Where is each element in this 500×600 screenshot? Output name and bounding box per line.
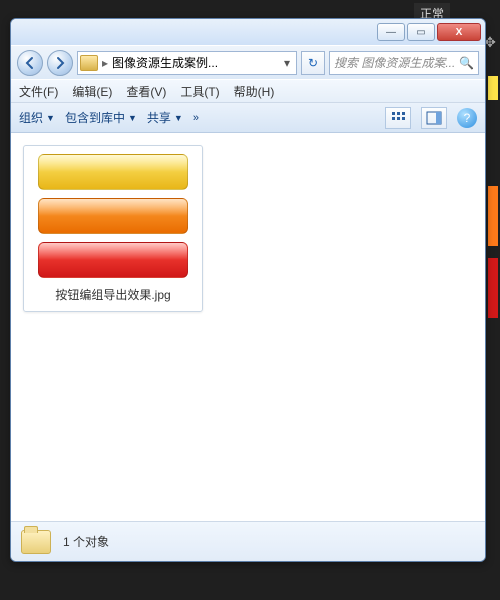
command-bar: 组织 ▼ 包含到库中 ▼ 共享 ▼ » ? [11, 103, 485, 133]
window-titlebar: — ▭ X [11, 19, 485, 45]
folder-icon [80, 55, 98, 71]
thumb-row-orange [38, 198, 188, 234]
refresh-icon: ↻ [308, 56, 318, 70]
chevron-down-icon: ▼ [128, 113, 137, 123]
maximize-button[interactable]: ▭ [407, 23, 435, 41]
help-button[interactable]: ? [457, 108, 477, 128]
explorer-window: — ▭ X ▸ 图像资源生成案例... ▾ ↻ 搜索 图像资源生成案... 🔍 … [10, 18, 486, 562]
minimize-button[interactable]: — [377, 23, 405, 41]
chevron-down-icon: ▼ [174, 113, 183, 123]
share-button[interactable]: 共享 ▼ [147, 109, 183, 126]
organize-button[interactable]: 组织 ▼ [19, 109, 55, 126]
organize-label: 组织 [19, 109, 43, 126]
backdrop-swatch-red [488, 258, 498, 318]
menu-view[interactable]: 查看(V) [126, 83, 166, 100]
overflow-button[interactable]: » [193, 112, 199, 124]
chevron-down-icon: ▼ [46, 113, 55, 123]
status-bar: 1 个对象 [11, 521, 485, 561]
share-label: 共享 [147, 109, 171, 126]
search-placeholder: 搜索 图像资源生成案... [334, 54, 455, 71]
backdrop-swatch-orange [488, 186, 498, 246]
help-icon: ? [464, 111, 471, 125]
search-icon: 🔍 [459, 56, 474, 70]
navigation-row: ▸ 图像资源生成案例... ▾ ↻ 搜索 图像资源生成案... 🔍 [11, 45, 485, 79]
menu-tools[interactable]: 工具(T) [180, 83, 219, 100]
breadcrumb-separator-icon: ▸ [102, 56, 108, 70]
include-button[interactable]: 包含到库中 ▼ [65, 109, 137, 126]
list-item[interactable]: 按钮编组导出效果.jpg [23, 145, 203, 312]
back-button[interactable] [17, 50, 43, 76]
minimize-icon: — [386, 27, 396, 38]
file-list[interactable]: 按钮编组导出效果.jpg [11, 133, 485, 521]
file-name: 按钮编组导出效果.jpg [55, 286, 170, 303]
arrow-right-icon [53, 56, 67, 70]
pane-icon [426, 111, 442, 125]
menu-file[interactable]: 文件(F) [19, 83, 58, 100]
preview-pane-button[interactable] [421, 107, 447, 129]
menu-help[interactable]: 帮助(H) [234, 83, 275, 100]
thumb-row-yellow [38, 154, 188, 190]
search-input[interactable]: 搜索 图像资源生成案... 🔍 [329, 51, 479, 75]
refresh-button[interactable]: ↻ [301, 51, 325, 75]
forward-button[interactable] [47, 50, 73, 76]
status-count: 1 个对象 [63, 533, 109, 550]
menu-edit[interactable]: 编辑(E) [72, 83, 112, 100]
address-bar[interactable]: ▸ 图像资源生成案例... ▾ [77, 51, 297, 75]
breadcrumb-path: 图像资源生成案例... [112, 54, 276, 71]
thumb-row-red [38, 242, 188, 278]
close-icon: X [456, 27, 463, 38]
maximize-icon: ▭ [416, 27, 425, 38]
menu-bar: 文件(F) 编辑(E) 查看(V) 工具(T) 帮助(H) [11, 79, 485, 103]
chevron-down-icon[interactable]: ▾ [280, 56, 294, 70]
close-button[interactable]: X [437, 23, 481, 41]
backdrop-swatch-yellow [488, 76, 498, 100]
include-label: 包含到库中 [65, 109, 125, 126]
arrow-left-icon [23, 56, 37, 70]
folder-icon [21, 530, 51, 554]
view-thumbnails-button[interactable] [385, 107, 411, 129]
